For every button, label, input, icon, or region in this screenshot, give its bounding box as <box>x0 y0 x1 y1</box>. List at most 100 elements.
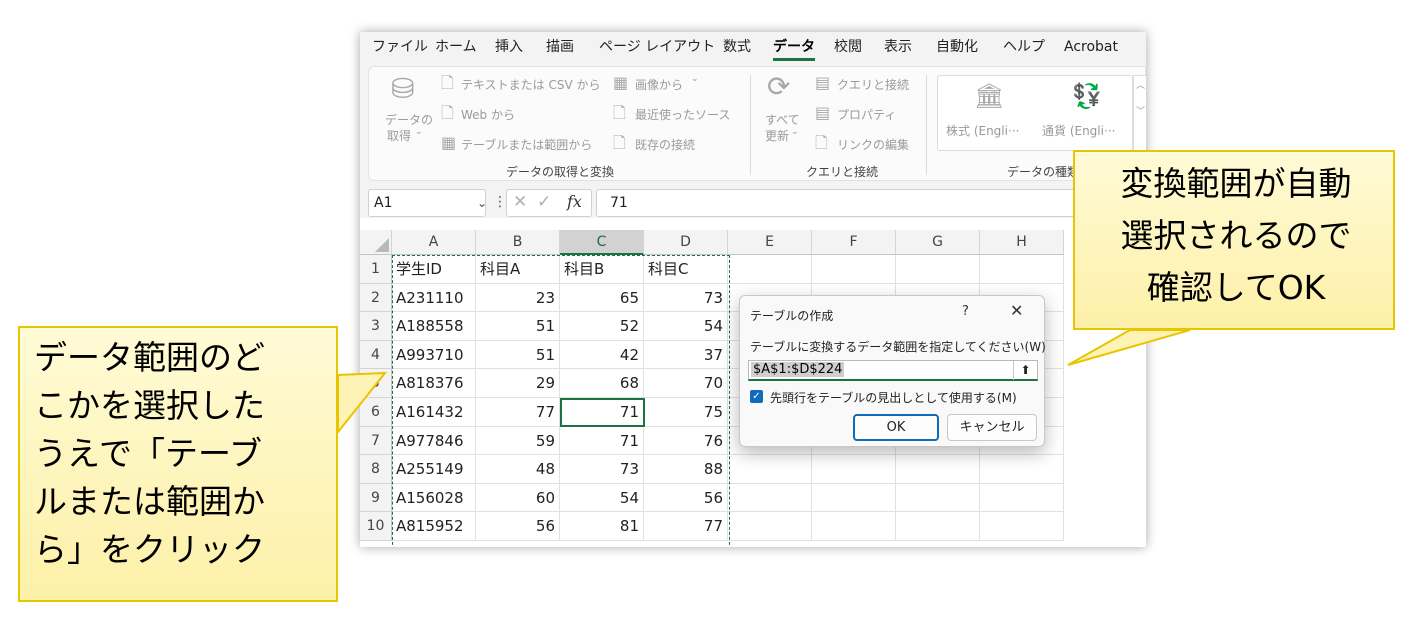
collapse-dialog-icon[interactable]: ⬆ <box>1013 361 1037 380</box>
table-cell[interactable] <box>980 455 1064 484</box>
insert-function-icon[interactable]: fx <box>567 192 582 211</box>
column-header-f[interactable]: F <box>812 230 896 255</box>
tab-acrobat[interactable]: Acrobat <box>1064 32 1118 62</box>
row-header[interactable]: 2 <box>360 283 392 313</box>
web-page-icon: 🗋 <box>441 103 454 122</box>
recent-sources-button[interactable]: 🗋 最近使ったソース <box>613 103 743 125</box>
table-cell[interactable] <box>980 483 1064 513</box>
row-header[interactable]: 1 <box>360 255 392 284</box>
scroll-up-icon: ︿ <box>1136 81 1146 91</box>
table-cell[interactable] <box>728 483 812 513</box>
name-box[interactable]: A1 ⌄ <box>368 189 487 217</box>
table-cell[interactable] <box>896 512 980 541</box>
range-input[interactable]: $A$1:$D$224 ⬆ <box>748 360 1038 381</box>
table-cell[interactable] <box>980 512 1064 541</box>
currency-icon: 💱 <box>1072 82 1102 110</box>
column-header-c[interactable]: C <box>560 230 644 255</box>
tab-help[interactable]: ヘルプ <box>1003 32 1045 62</box>
edit-links-button[interactable]: 🗋 リンクの編集 <box>815 133 915 155</box>
table-cell[interactable] <box>728 255 812 284</box>
refresh-icon: ⟳ <box>767 70 791 103</box>
bank-icon: 🏛 <box>974 82 1005 110</box>
tab-data[interactable]: データ <box>773 32 815 62</box>
table-cell[interactable] <box>728 512 812 541</box>
formula-input[interactable]: 71 <box>596 189 1146 217</box>
scroll-down-icon: ﹀ <box>1136 107 1146 117</box>
range-label: テーブルに変換するデータ範囲を指定してください(W) <box>750 340 1046 354</box>
chevron-down-icon: ⌄ <box>691 74 699 84</box>
tab-file[interactable]: ファイル <box>372 32 428 62</box>
table-cell[interactable] <box>980 255 1064 284</box>
row-header[interactable]: 10 <box>360 512 392 541</box>
stocks-button[interactable]: 🏛 株式 (Engli··· <box>942 80 1034 146</box>
row-header[interactable]: 8 <box>360 455 392 484</box>
table-cell[interactable] <box>812 255 896 284</box>
chevron-down-icon: ⌄ <box>791 127 799 137</box>
row-header[interactable]: 6 <box>360 398 392 427</box>
table-icon: ▦ <box>441 133 457 152</box>
cancel-icon[interactable]: ✕ <box>513 192 527 212</box>
ribbon-divider <box>750 75 751 175</box>
ribbon: ⛁ データの 取得 ⌄ 🗋 テキストまたは CSV から 🗋 Web から ▦ … <box>368 66 1146 181</box>
table-cell[interactable] <box>812 483 896 513</box>
chevron-down-icon: ⌄ <box>415 127 423 137</box>
queries-connections-button[interactable]: ▤ クエリと接続 <box>815 73 915 95</box>
tab-automate[interactable]: 自動化 <box>936 32 978 62</box>
table-cell[interactable] <box>896 483 980 513</box>
tab-review[interactable]: 校閲 <box>834 32 862 62</box>
row-header[interactable]: 5 <box>360 369 392 398</box>
formula-value: 71 <box>610 195 628 211</box>
ribbon-divider <box>926 75 927 175</box>
column-header-a[interactable]: A <box>392 230 476 255</box>
tab-draw[interactable]: 描画 <box>546 32 574 62</box>
row-header[interactable]: 4 <box>360 340 392 370</box>
tab-insert[interactable]: 挿入 <box>495 32 523 62</box>
tab-page-layout[interactable]: ページ レイアウト <box>599 32 715 62</box>
more-options-icon: ⋮ <box>493 194 507 210</box>
enter-icon[interactable]: ✓ <box>537 192 551 212</box>
headers-checkbox-label: 先頭行をテーブルの見出しとして使用する(M) <box>770 391 1017 405</box>
column-header-g[interactable]: G <box>896 230 980 255</box>
row-header[interactable]: 9 <box>360 483 392 513</box>
help-button[interactable]: ? <box>962 304 969 319</box>
tab-view[interactable]: 表示 <box>884 32 912 62</box>
create-table-dialog: テーブルの作成 ? ✕ テーブルに変換するデータ範囲を指定してください(W) $… <box>739 295 1046 447</box>
cancel-button[interactable]: キャンセル <box>947 414 1037 441</box>
link-icon: 🗋 <box>815 133 828 152</box>
name-box-value: A1 <box>374 195 393 211</box>
from-picture-button[interactable]: ▦ 画像から ⌄ <box>613 73 723 95</box>
existing-connections-button[interactable]: 🗋 既存の接続 <box>613 133 723 155</box>
from-text-csv-button[interactable]: 🗋 テキストまたは CSV から <box>441 73 601 95</box>
table-cell[interactable] <box>812 512 896 541</box>
column-header-b[interactable]: B <box>476 230 560 255</box>
range-value: $A$1:$D$224 <box>751 362 845 377</box>
instruction-callout-left: データ範囲のど こかを選択した うえで「テーブ ルまたは範囲か ら」をクリック <box>18 326 338 602</box>
table-cell[interactable] <box>812 455 896 484</box>
connections-icon: 🗋 <box>613 133 626 152</box>
refresh-all-button[interactable]: ⟳ すべて 更新 ⌄ <box>759 71 803 155</box>
headers-checkbox[interactable]: ✓ <box>750 390 763 403</box>
ok-button[interactable]: OK <box>853 414 939 441</box>
column-header-e[interactable]: E <box>728 230 812 255</box>
dialog-title: テーブルの作成 <box>750 309 834 323</box>
table-cell[interactable] <box>896 255 980 284</box>
gallery-scroll[interactable]: ︿ ﹀ <box>1133 75 1146 151</box>
column-header-h[interactable]: H <box>980 230 1064 255</box>
recent-sources-icon: 🗋 <box>613 103 626 122</box>
from-web-button[interactable]: 🗋 Web から <box>441 103 541 125</box>
table-cell[interactable] <box>728 455 812 484</box>
from-table-range-button[interactable]: ▦ テーブルまたは範囲から <box>441 133 601 155</box>
table-cell[interactable] <box>896 455 980 484</box>
select-all-button[interactable] <box>360 230 392 255</box>
tab-home[interactable]: ホーム <box>435 32 477 62</box>
properties-button[interactable]: ▤ プロパティ <box>815 103 915 125</box>
currencies-button[interactable]: 💱 通貨 (Engli··· <box>1038 80 1130 146</box>
get-data-button[interactable]: ⛁ データの 取得 ⌄ <box>375 71 433 155</box>
row-header[interactable]: 7 <box>360 426 392 456</box>
group-label-queries: クエリと接続 <box>806 165 879 179</box>
tab-formulas[interactable]: 数式 <box>723 32 751 62</box>
column-header-d[interactable]: D <box>644 230 728 255</box>
picture-icon: ▦ <box>613 73 629 92</box>
row-header[interactable]: 3 <box>360 312 392 341</box>
close-button[interactable]: ✕ <box>1010 301 1023 320</box>
